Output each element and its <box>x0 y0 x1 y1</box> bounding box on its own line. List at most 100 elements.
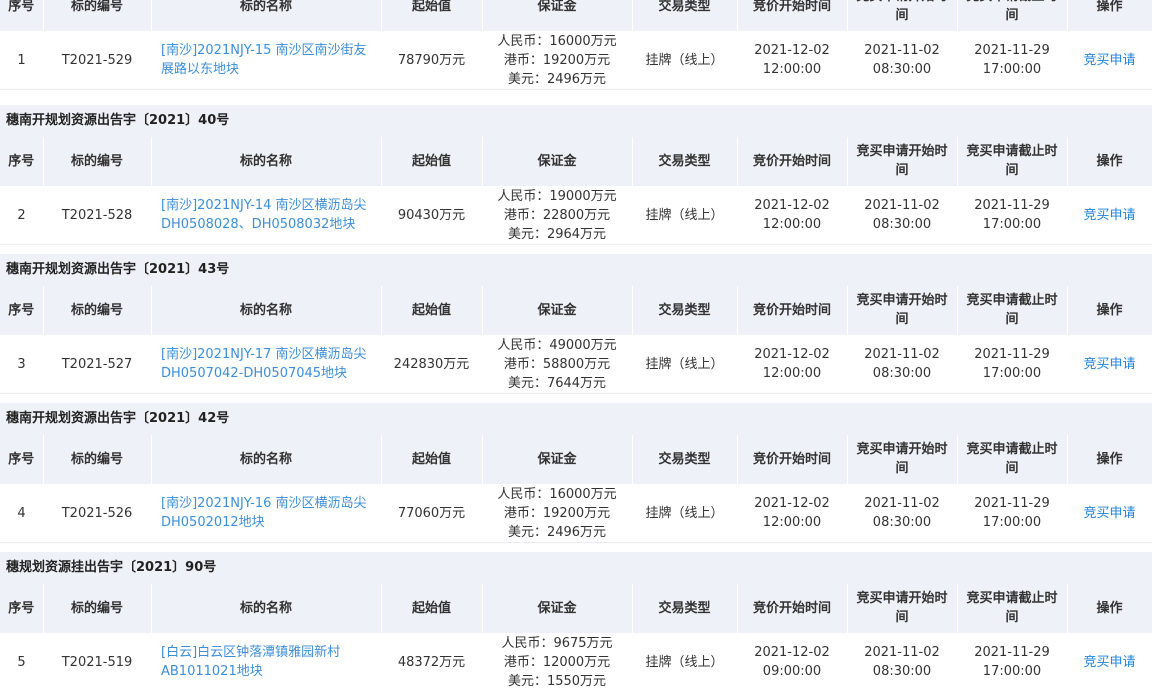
cell-bid-start: 2021-12-02 12:00:00 <box>737 335 847 394</box>
cell-apply-end: 2021-11-29 17:00:00 <box>957 31 1067 90</box>
header-start: 起始值 <box>381 137 483 187</box>
header-start: 起始值 <box>381 0 483 32</box>
table-header-row: 序号 标的编号 标的名称 起始值 保证金 交易类型 竞价开始时间 竞买申请开始时… <box>0 0 1153 32</box>
cell-deposit: 人民币：16000万元 港币：19200万元 美元：2496万元 <box>482 484 632 543</box>
cell-code: T2021-527 <box>43 335 151 394</box>
header-deposit: 保证金 <box>482 0 633 32</box>
table-row: 1 T2021-529 [南沙]2021NJY-15 南沙区南沙街友展路以东地块… <box>0 31 1152 90</box>
listing-page: 序号 标的编号 标的名称 起始值 保证金 交易类型 竞价开始时间 竞买申请开始时… <box>0 0 1155 689</box>
header-code: 标的编号 <box>43 584 152 634</box>
header-bid-start: 竞价开始时间 <box>737 0 848 32</box>
cell-trade: 挂牌（线上） <box>632 186 737 245</box>
listing-table: 序号 标的编号 标的名称 起始值 保证金 交易类型 竞价开始时间 竞买申请开始时… <box>0 435 1153 543</box>
notice-title: 穗规划资源挂出告宇〔2021〕90号 <box>0 552 1152 584</box>
deposit-hkd: 港币：58800万元 <box>503 356 611 372</box>
apply-bid-button[interactable]: 竞买申请 <box>1083 208 1135 223</box>
lot-name-link[interactable]: [南沙]2021NJY-17 南沙区横沥岛尖DH0507042-DH050704… <box>151 335 381 394</box>
deposit-rmb: 人民币：9675万元 <box>501 635 613 651</box>
deposit-rmb: 人民币：16000万元 <box>497 486 617 502</box>
header-name: 标的名称 <box>151 435 382 485</box>
apply-bid-button[interactable]: 竞买申请 <box>1083 357 1135 372</box>
listing-table: 序号 标的编号 标的名称 起始值 保证金 交易类型 竞价开始时间 竞买申请开始时… <box>0 137 1153 245</box>
cell-apply-end: 2021-11-29 17:00:00 <box>957 335 1067 394</box>
listing-block-2: 穗南开规划资源出告宇〔2021〕40号 序号 标的编号 标的名称 起始值 保证金… <box>0 105 1153 245</box>
header-deposit: 保证金 <box>482 137 633 187</box>
header-trade: 交易类型 <box>632 137 738 187</box>
cell-code: T2021-526 <box>43 484 151 543</box>
header-op: 操作 <box>1067 0 1153 32</box>
cell-apply-start: 2021-11-02 08:30:00 <box>847 633 957 689</box>
table-row: 4 T2021-526 [南沙]2021NJY-16 南沙区横沥岛尖DH0502… <box>0 484 1152 543</box>
deposit-hkd: 港币：19200万元 <box>503 505 611 521</box>
deposit-hkd: 港币：22800万元 <box>503 207 611 223</box>
cell-seq: 5 <box>0 633 43 689</box>
cell-trade: 挂牌（线上） <box>632 633 737 689</box>
listing-block-4: 穗南开规划资源出告宇〔2021〕42号 序号 标的编号 标的名称 起始值 保证金… <box>0 403 1153 543</box>
cell-bid-start: 2021-12-02 12:00:00 <box>737 31 847 90</box>
header-deposit: 保证金 <box>482 286 633 336</box>
header-apply-start: 竞买申请开始时间 <box>847 137 958 187</box>
cell-deposit: 人民币：19000万元 港币：22800万元 美元：2964万元 <box>482 186 632 245</box>
cell-start: 78790万元 <box>381 31 482 90</box>
header-start: 起始值 <box>381 286 483 336</box>
deposit-rmb: 人民币：16000万元 <box>497 33 617 49</box>
header-seq: 序号 <box>0 0 44 32</box>
listing-table: 序号 标的编号 标的名称 起始值 保证金 交易类型 竞价开始时间 竞买申请开始时… <box>0 0 1153 90</box>
header-seq: 序号 <box>0 435 44 485</box>
header-bid-start: 竞价开始时间 <box>737 584 848 634</box>
header-apply-start: 竞买申请开始时间 <box>847 584 958 634</box>
cell-code: T2021-519 <box>43 633 151 689</box>
cell-bid-start: 2021-12-02 12:00:00 <box>737 186 847 245</box>
apply-bid-button[interactable]: 竞买申请 <box>1083 655 1135 670</box>
header-code: 标的编号 <box>43 286 152 336</box>
apply-bid-button[interactable]: 竞买申请 <box>1083 53 1135 68</box>
cell-start: 77060万元 <box>381 484 482 543</box>
header-seq: 序号 <box>0 584 44 634</box>
table-row: 2 T2021-528 [南沙]2021NJY-14 南沙区横沥岛尖DH0508… <box>0 186 1152 245</box>
header-apply-end: 竞买申请截止时间 <box>957 435 1068 485</box>
listing-block-1: 序号 标的编号 标的名称 起始值 保证金 交易类型 竞价开始时间 竞买申请开始时… <box>0 0 1153 90</box>
header-op: 操作 <box>1067 286 1153 336</box>
header-seq: 序号 <box>0 286 44 336</box>
table-row: 3 T2021-527 [南沙]2021NJY-17 南沙区横沥岛尖DH0507… <box>0 335 1152 394</box>
cell-seq: 1 <box>0 31 43 90</box>
header-deposit: 保证金 <box>482 435 633 485</box>
header-start: 起始值 <box>381 435 483 485</box>
cell-apply-start: 2021-11-02 08:30:00 <box>847 484 957 543</box>
lot-name-link[interactable]: [白云]白云区钟落潭镇雅园新村AB1011021地块 <box>151 633 381 689</box>
cell-seq: 2 <box>0 186 43 245</box>
deposit-usd: 美元：2964万元 <box>507 226 607 242</box>
lot-name-link[interactable]: [南沙]2021NJY-16 南沙区横沥岛尖DH0502012地块 <box>151 484 381 543</box>
cell-seq: 3 <box>0 335 43 394</box>
cell-start: 90430万元 <box>381 186 482 245</box>
cell-deposit: 人民币：16000万元 港币：19200万元 美元：2496万元 <box>482 31 632 90</box>
deposit-usd: 美元：1550万元 <box>507 673 607 689</box>
listing-block-5: 穗规划资源挂出告宇〔2021〕90号 序号 标的编号 标的名称 起始值 保证金 … <box>0 552 1153 689</box>
apply-bid-button[interactable]: 竞买申请 <box>1083 506 1135 521</box>
table-header-row: 序号 标的编号 标的名称 起始值 保证金 交易类型 竞价开始时间 竞买申请开始时… <box>0 435 1153 485</box>
header-bid-start: 竞价开始时间 <box>737 286 848 336</box>
header-apply-start: 竞买申请开始时间 <box>847 0 958 32</box>
notice-title: 穗南开规划资源出告宇〔2021〕40号 <box>0 105 1152 137</box>
header-op: 操作 <box>1067 435 1153 485</box>
cell-bid-start: 2021-12-02 09:00:00 <box>737 633 847 689</box>
notice-title: 穗南开规划资源出告宇〔2021〕43号 <box>0 254 1152 286</box>
header-name: 标的名称 <box>151 584 382 634</box>
cell-op: 竞买申请 <box>1067 31 1152 90</box>
lot-name-link[interactable]: [南沙]2021NJY-14 南沙区横沥岛尖DH0508028、DH050803… <box>151 186 381 245</box>
cell-bid-start: 2021-12-02 12:00:00 <box>737 484 847 543</box>
header-name: 标的名称 <box>151 137 382 187</box>
cell-trade: 挂牌（线上） <box>632 31 737 90</box>
cell-deposit: 人民币：9675万元 港币：12000万元 美元：1550万元 <box>482 633 632 689</box>
header-apply-end: 竞买申请截止时间 <box>957 0 1068 32</box>
deposit-usd: 美元：2496万元 <box>507 524 607 540</box>
header-trade: 交易类型 <box>632 584 738 634</box>
cell-start: 48372万元 <box>381 633 482 689</box>
cell-seq: 4 <box>0 484 43 543</box>
lot-name-link[interactable]: [南沙]2021NJY-15 南沙区南沙街友展路以东地块 <box>151 31 381 90</box>
header-trade: 交易类型 <box>632 286 738 336</box>
header-apply-end: 竞买申请截止时间 <box>957 584 1068 634</box>
deposit-rmb: 人民币：49000万元 <box>497 337 617 353</box>
cell-apply-end: 2021-11-29 17:00:00 <box>957 633 1067 689</box>
header-code: 标的编号 <box>43 137 152 187</box>
